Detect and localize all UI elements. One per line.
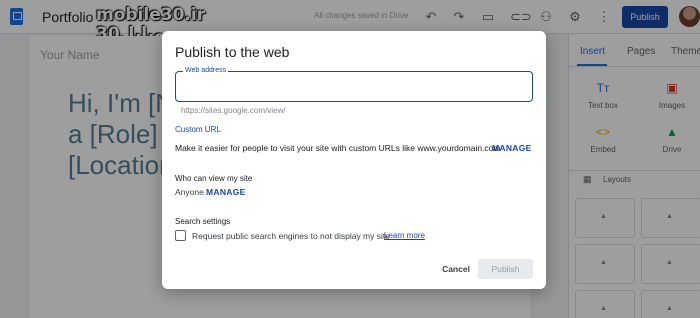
custom-url-description: Make it easier for people to visit your … <box>175 143 501 153</box>
web-address-helper: https://sites.google.com/view/ <box>181 106 286 115</box>
dialog-title: Publish to the web <box>175 44 290 60</box>
search-settings-title: Search settings <box>175 217 231 226</box>
who-can-view-title: Who can view my site <box>175 174 253 183</box>
custom-url-title: Custom URL <box>175 125 221 134</box>
search-engine-checkbox-label[interactable]: Request public search engines to not dis… <box>192 231 390 241</box>
manage-custom-url-link[interactable]: MANAGE <box>492 143 532 153</box>
web-address-label: Web address <box>183 67 229 74</box>
manage-visibility-link[interactable]: MANAGE <box>206 187 246 197</box>
learn-more-link[interactable]: Learn more <box>384 231 425 240</box>
publish-dialog: Publish to the web Web address https://s… <box>162 31 546 289</box>
cancel-button[interactable]: Cancel <box>438 260 474 278</box>
dialog-publish-button[interactable]: Publish <box>478 259 533 279</box>
web-address-field[interactable]: Web address <box>175 67 533 102</box>
visibility-value: Anyone <box>175 187 204 197</box>
web-address-input[interactable] <box>182 80 522 94</box>
search-engine-checkbox[interactable] <box>175 230 186 241</box>
